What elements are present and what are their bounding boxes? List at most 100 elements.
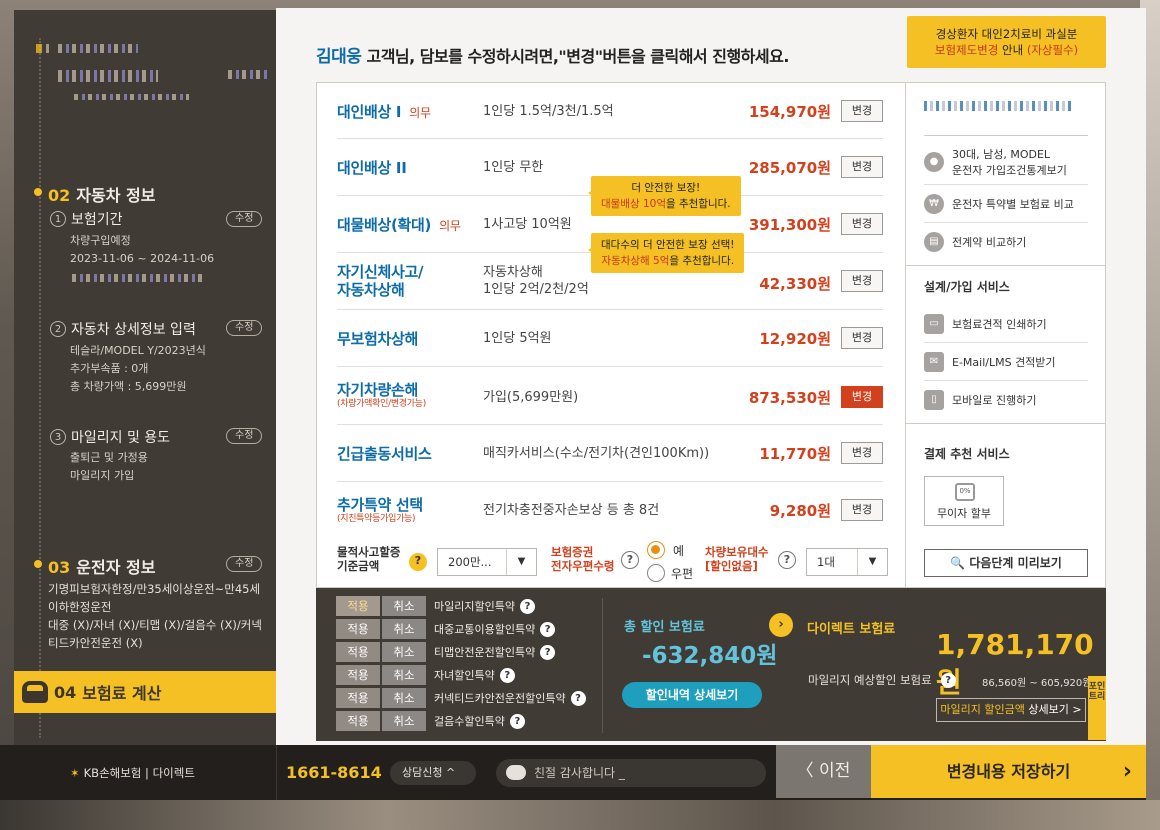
change-button[interactable]: 변경	[841, 327, 883, 349]
edit-button[interactable]: 수정	[226, 556, 263, 572]
cancel-button[interactable]: 취소	[382, 642, 426, 662]
section-heading: 결제 추천 서비스	[924, 447, 1010, 461]
print-quote-link[interactable]: ▭ 보험료견적 인쇄하기	[924, 305, 1088, 343]
help-icon[interactable]: ?	[940, 672, 956, 688]
mobile-link[interactable]: ▯ 모바일로 진행하기	[924, 381, 1088, 419]
discount-row: 적용 취소 티맵안전운전할인특약?	[336, 642, 556, 662]
property-damage-label: 물적사고할증 기준금액	[337, 545, 401, 573]
mileage-detail-button[interactable]: 마일리지 할인금액 상세보기 >	[936, 698, 1086, 722]
apply-button[interactable]: 적용	[336, 688, 380, 708]
discount-row: 적용 취소 마일리지할인특약?	[336, 596, 535, 616]
prev-button[interactable]: 〈 이전	[776, 745, 871, 798]
mileage-discount-value: 86,560원 ~ 605,920원	[982, 678, 1092, 689]
coverage-row: 추가특약 선택 (지진특약등가입가능) 전기차충전중자손보상 등 총 8건 9,2…	[337, 482, 883, 539]
property-damage-select[interactable]: 200만... ▼	[437, 548, 537, 576]
apply-button[interactable]: 적용	[336, 642, 380, 662]
help-icon[interactable]: ?	[621, 551, 639, 569]
discount-row: 적용 취소 자녀할인특약?	[336, 665, 515, 685]
edit-button[interactable]: 수정	[226, 428, 263, 444]
chevron-down-icon: ▼	[506, 549, 536, 575]
change-button[interactable]: 변경	[841, 499, 883, 521]
arrow-right-icon: ›	[769, 613, 793, 637]
search-icon: 🔍	[950, 556, 970, 570]
cert-radio-mail[interactable]	[647, 564, 665, 582]
chat-bar[interactable]: 친절 감사합니다 _	[496, 759, 766, 787]
blurred-text	[58, 44, 138, 53]
sub-item-period[interactable]: 1 보험기간	[50, 209, 123, 229]
coverage-price: 285,070원	[748, 159, 831, 177]
recommend-tooltip: 더 안전한 보장! 대물배상 10억을 추천합니다.	[588, 176, 741, 216]
change-button[interactable]: 변경	[841, 442, 883, 464]
change-button[interactable]: 변경	[841, 213, 883, 235]
section-active-premium[interactable]: 04 보험료 계산	[14, 671, 276, 713]
coverage-name: 자기차량손해 (차량가액확인/변경가능)	[337, 381, 426, 409]
user-icon: ●	[924, 151, 944, 172]
help-icon[interactable]: ?	[519, 598, 535, 614]
point-tab[interactable]: 포인트리	[1088, 676, 1106, 740]
print-icon: ▭	[924, 313, 944, 334]
help-icon[interactable]: ?	[778, 551, 796, 569]
edit-button[interactable]: 수정	[226, 320, 263, 336]
apply-button[interactable]: 적용	[336, 711, 380, 731]
edit-button[interactable]: 수정	[226, 211, 263, 227]
card-icon: 0%	[955, 483, 975, 501]
sub-detail: 테슬라/MODEL Y/2023년식 추가부속품 : 0개 총 차량가액 : 5…	[70, 344, 206, 393]
compare-icon: ₩	[924, 193, 944, 214]
divider	[906, 265, 1106, 266]
notice-banner[interactable]: 경상환자 대인2치료비 과실분 보험제도변경 안내 (자상필수)	[907, 16, 1106, 68]
help-icon[interactable]: ?	[540, 644, 556, 660]
section-title-driver: 03 운전자 정보	[48, 558, 156, 577]
change-button[interactable]: 변경	[841, 156, 883, 178]
cancel-button[interactable]: 취소	[382, 619, 426, 639]
email-quote-link[interactable]: ✉ E-Mail/LMS 견적받기	[924, 343, 1088, 381]
cancel-button[interactable]: 취소	[382, 711, 426, 731]
blurred-text	[228, 70, 268, 79]
direct-premium-label: 다이렉트 보험료	[807, 622, 896, 637]
vehicle-count-select[interactable]: 1대 ▼	[806, 548, 888, 576]
help-icon[interactable]: ?	[540, 621, 556, 637]
sub-item-mileage[interactable]: 3 마일리지 및 용도	[50, 427, 170, 447]
vehicle-count-label: 차량보유대수 [할인없음]	[705, 545, 769, 573]
background-bottom	[0, 800, 1160, 830]
coverage-desc: 전기차충전중자손보상 등 총 8건	[483, 503, 660, 518]
consult-button[interactable]: 상담신청 ^	[390, 761, 476, 785]
cancel-button[interactable]: 취소	[382, 665, 426, 685]
driver-info: 기명피보험자한정/만35세이상운전~만45세이하한정운전 대중 (X)/자녀 (…	[48, 582, 262, 650]
cert-radio-yes[interactable]	[647, 541, 665, 559]
coverage-price: 9,280원	[769, 502, 831, 520]
apply-button[interactable]: 적용	[336, 596, 380, 616]
compare-prev-contract-link[interactable]: ▤ 전계약 비교하기	[924, 223, 1088, 261]
next-step-preview-button[interactable]: 🔍 다음단계 미리보기	[924, 549, 1088, 577]
sub-item-car-detail[interactable]: 2 자동차 상세정보 입력	[50, 319, 196, 339]
apply-button[interactable]: 적용	[336, 665, 380, 685]
discount-row: 적용 취소 커넥티드카안전운전할인특약?	[336, 688, 586, 708]
discount-row: 적용 취소 대중교통이용할인특약?	[336, 619, 556, 639]
help-icon[interactable]: ?	[409, 553, 427, 571]
section-title-car: 02 자동차 정보	[48, 186, 156, 205]
change-button[interactable]: 변경	[841, 100, 883, 122]
divider	[602, 598, 603, 733]
blurred-text	[36, 44, 52, 53]
coverage-row: 무보험차상해 1인당 5억원 12,920원 변경	[337, 310, 883, 367]
apply-button[interactable]: 적용	[336, 619, 380, 639]
coverage-price: 11,770원	[759, 445, 831, 463]
blurred-text	[58, 70, 158, 82]
coverage-desc: 1사고당 10억원	[483, 217, 572, 232]
driver-stats-link[interactable]: ● 30대, 남성, MODEL 운전자 가입조건통계보기	[924, 139, 1088, 185]
cancel-button[interactable]: 취소	[382, 688, 426, 708]
change-button[interactable]: 변경	[841, 270, 883, 292]
coverage-name: 대물배상(확대) 의무	[337, 216, 461, 234]
coverage-name: 대인배상 I 의무	[337, 103, 431, 121]
help-icon[interactable]: ?	[499, 667, 515, 683]
coverage-panel: 대인배상 I 의무 1인당 1.5억/3천/1.5억 154,970원 변경 대인…	[316, 82, 906, 588]
change-button-active[interactable]: 변경	[841, 386, 883, 408]
no-interest-button[interactable]: 0% 무이자 할부	[924, 476, 1004, 526]
compare-riders-link[interactable]: ₩ 운전자 특약별 보험료 비교	[924, 185, 1088, 223]
coverage-row: 긴급출동서비스 매직카서비스(수소/전기차(견인100Km)) 11,770원 …	[337, 425, 883, 482]
cancel-button[interactable]: 취소	[382, 596, 426, 616]
discount-detail-button[interactable]: 할인내역 상세보기	[622, 682, 762, 708]
help-icon[interactable]: ?	[509, 713, 525, 729]
save-changes-button[interactable]: 변경내용 저장하기 ›	[871, 745, 1146, 798]
help-icon[interactable]: ?	[570, 690, 586, 706]
coverage-desc: 1인당 1.5억/3천/1.5억	[483, 104, 614, 119]
